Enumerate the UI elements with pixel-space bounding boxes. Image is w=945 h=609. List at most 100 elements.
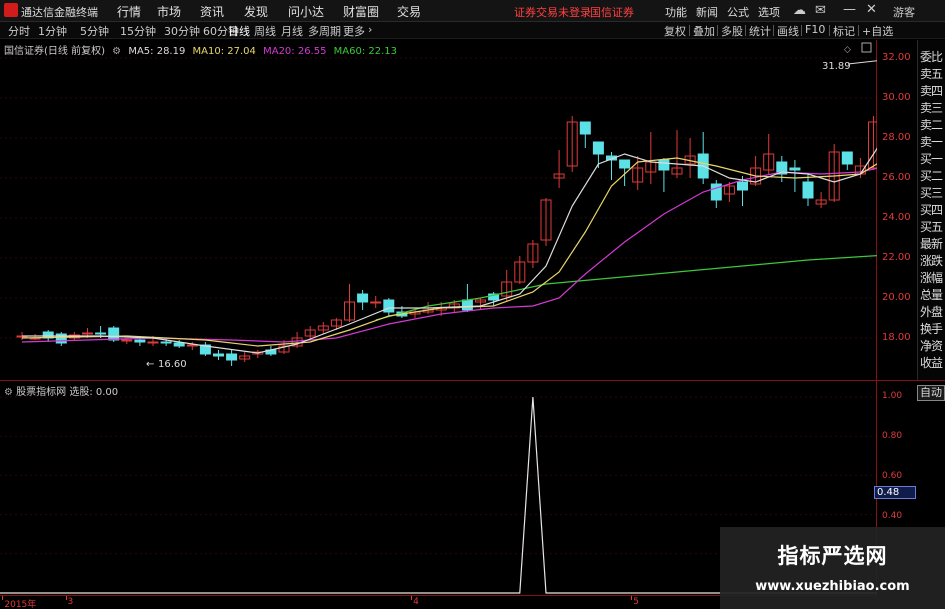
f10-button[interactable]: F10 bbox=[805, 23, 825, 36]
settings-icon[interactable]: ⚙ bbox=[112, 46, 121, 57]
price-chart[interactable]: 31.89 16.60 ← ◇ bbox=[0, 40, 877, 380]
tab-more[interactable]: 更多 bbox=[343, 23, 365, 39]
auto-scale-button[interactable]: 自动 bbox=[917, 385, 945, 401]
formula-button[interactable]: 公式 bbox=[727, 4, 749, 20]
indicator-settings-icon[interactable]: ⚙ bbox=[4, 387, 13, 398]
indicator-tick: 0.60 bbox=[882, 471, 903, 481]
adjust-button[interactable]: 复权 bbox=[664, 23, 686, 39]
side-item-change[interactable]: 涨跌 bbox=[920, 252, 943, 269]
stock-name-label: 国信证券(日线 前复权) bbox=[4, 46, 105, 57]
moving-average-lines bbox=[21, 147, 877, 354]
toolbar-divider bbox=[773, 25, 774, 36]
toolbar-divider bbox=[801, 25, 802, 36]
side-item-bid2[interactable]: 买二 bbox=[920, 167, 943, 184]
side-item-change-pct[interactable]: 涨幅 bbox=[920, 269, 943, 286]
side-item-ask3[interactable]: 卖三 bbox=[920, 99, 943, 116]
menu-quotes[interactable]: 行情 bbox=[117, 3, 141, 20]
menu-discover[interactable]: 发现 bbox=[244, 3, 268, 20]
candle-body bbox=[592, 141, 604, 155]
side-item-bid4[interactable]: 买四 bbox=[920, 201, 943, 218]
side-item-net-assets[interactable]: 净资 bbox=[920, 337, 943, 354]
tab-intraday[interactable]: 分时 bbox=[8, 23, 30, 39]
overlay-button[interactable]: 叠加 bbox=[693, 23, 715, 39]
candle-body bbox=[121, 339, 133, 342]
side-item-volume[interactable]: 总量 bbox=[920, 286, 943, 303]
side-item-bid1[interactable]: 买一 bbox=[920, 150, 943, 167]
side-item-order-ratio[interactable]: 委比 bbox=[920, 48, 943, 65]
mark-button[interactable]: 标记 bbox=[833, 23, 855, 39]
function-button[interactable]: 功能 bbox=[665, 4, 687, 20]
toolbar-divider bbox=[858, 25, 859, 36]
side-item-bid5[interactable]: 买五 bbox=[920, 218, 943, 235]
price-tick: 28.00 bbox=[882, 132, 911, 143]
cursor-value-box: 0.48 bbox=[874, 486, 916, 499]
candle-body bbox=[841, 151, 853, 165]
minimize-icon[interactable]: — bbox=[843, 2, 856, 17]
panel-toggle-icon[interactable] bbox=[861, 42, 872, 53]
price-tick: 18.00 bbox=[882, 332, 911, 343]
menu-bar: 通达信金融终端 行情 市场 资讯 发现 问小达 财富圈 交易 证券交易未登录 国… bbox=[0, 0, 945, 22]
candle-body bbox=[579, 121, 591, 135]
side-item-earnings[interactable]: 收益 bbox=[920, 354, 943, 371]
ma5-value: MA5: 28.19 bbox=[128, 46, 186, 57]
side-item-ask2[interactable]: 卖二 bbox=[920, 116, 943, 133]
indicator-name: 股票指标网 bbox=[16, 387, 67, 398]
options-button[interactable]: 选项 bbox=[758, 4, 780, 20]
tab-weekly[interactable]: 周线 bbox=[254, 23, 276, 39]
tab-30min[interactable]: 30分钟 bbox=[164, 23, 200, 39]
broker-link[interactable]: 国信证券 bbox=[590, 4, 634, 20]
add-watchlist-button[interactable]: +自选 bbox=[862, 23, 893, 39]
news-button[interactable]: 新闻 bbox=[696, 4, 718, 20]
candle-body bbox=[658, 159, 670, 171]
diamond-icon[interactable]: ◇ bbox=[844, 45, 851, 55]
statistics-button[interactable]: 统计 bbox=[749, 23, 771, 39]
tab-1min[interactable]: 1分钟 bbox=[38, 23, 67, 39]
candle-body bbox=[357, 293, 369, 303]
candle-body bbox=[160, 341, 172, 344]
close-icon[interactable]: ✕ bbox=[866, 2, 877, 17]
price-tick: 24.00 bbox=[882, 212, 911, 223]
tab-15min[interactable]: 15分钟 bbox=[120, 23, 156, 39]
side-item-ask1[interactable]: 卖一 bbox=[920, 133, 943, 150]
menu-trade[interactable]: 交易 bbox=[397, 3, 421, 20]
tab-daily[interactable]: 日线 bbox=[228, 23, 250, 39]
low-price-label: 16.60 bbox=[158, 359, 187, 370]
tab-5min[interactable]: 5分钟 bbox=[80, 23, 109, 39]
watermark-url: www.xuezhibiao.com bbox=[755, 579, 910, 594]
cloud-icon[interactable]: ☁ bbox=[793, 3, 806, 18]
watermark-title: 指标严选网 bbox=[777, 544, 888, 568]
menu-market[interactable]: 市场 bbox=[157, 3, 181, 20]
side-item-ask5[interactable]: 卖五 bbox=[920, 65, 943, 82]
left-arrow-icon: ← bbox=[146, 359, 154, 370]
candle-body bbox=[108, 327, 120, 341]
multi-stock-button[interactable]: 多股 bbox=[721, 23, 743, 39]
ma20-line bbox=[21, 167, 877, 343]
toolbar-divider bbox=[689, 25, 690, 36]
candle-body bbox=[173, 342, 185, 347]
tab-multi-period[interactable]: 多周期 bbox=[308, 23, 341, 39]
site-watermark: 指标严选网 www.xuezhibiao.com bbox=[720, 527, 945, 609]
candle-body bbox=[370, 301, 382, 304]
price-tick: 20.00 bbox=[882, 292, 911, 303]
tab-monthly[interactable]: 月线 bbox=[281, 23, 303, 39]
side-item-outer-volume[interactable]: 外盘 bbox=[920, 303, 943, 320]
menu-news[interactable]: 资讯 bbox=[200, 3, 224, 20]
draw-line-button[interactable]: 画线 bbox=[777, 23, 799, 39]
candle-body bbox=[55, 333, 67, 344]
side-item-bid3[interactable]: 买三 bbox=[920, 184, 943, 201]
ma60-value: MA60: 22.13 bbox=[333, 46, 398, 57]
side-item-ask4[interactable]: 卖四 bbox=[920, 82, 943, 99]
ma20-value: MA20: 26.55 bbox=[263, 46, 327, 57]
price-tick: 26.00 bbox=[882, 172, 911, 183]
menu-wealth-circle[interactable]: 财富圈 bbox=[343, 3, 379, 20]
menu-ask-xiaoda[interactable]: 问小达 bbox=[288, 3, 324, 20]
toolbar-divider bbox=[829, 25, 830, 36]
side-item-turnover[interactable]: 换手 bbox=[920, 320, 943, 337]
trade-login-link[interactable]: 证券交易未登录 bbox=[514, 4, 591, 20]
price-tick: 22.00 bbox=[882, 252, 911, 263]
side-item-last[interactable]: 最新 bbox=[920, 235, 943, 252]
candle-body bbox=[147, 341, 159, 344]
mail-icon[interactable]: ✉ bbox=[815, 3, 826, 18]
candle-body bbox=[226, 353, 238, 361]
more-arrow-icon[interactable]: › bbox=[368, 23, 372, 36]
